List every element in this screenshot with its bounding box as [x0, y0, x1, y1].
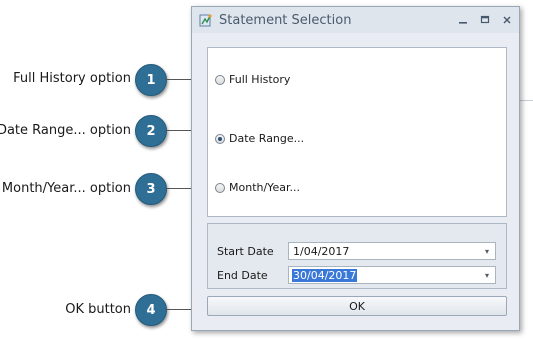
- callout-badge: 2: [135, 115, 167, 147]
- month-year-radio[interactable]: [215, 182, 225, 193]
- callout-badge: 1: [135, 64, 167, 96]
- callout-badge: 3: [135, 173, 167, 205]
- end-date-combo[interactable]: 30/04/2017 ▾: [288, 266, 496, 284]
- window-title: Statement Selection: [219, 13, 352, 28]
- callout-label: Date Range... option: [0, 123, 131, 138]
- chevron-down-icon[interactable]: ▾: [482, 270, 492, 280]
- full-history-label: Full History: [229, 73, 291, 86]
- end-date-value: 30/04/2017: [292, 269, 358, 282]
- statement-options-group: Full History Date Range... Month/Year...: [207, 47, 507, 217]
- statement-app-icon: [199, 13, 213, 27]
- full-history-option[interactable]: Full History: [215, 73, 290, 86]
- callout-label: OK button: [65, 302, 131, 317]
- maximize-icon[interactable]: [476, 11, 494, 29]
- date-range-label: Date Range...: [229, 132, 305, 145]
- close-icon[interactable]: [498, 11, 516, 29]
- ok-button[interactable]: OK: [207, 296, 507, 316]
- month-year-label: Month/Year...: [229, 181, 300, 194]
- background-divider: [520, 100, 533, 101]
- end-date-label: End Date: [217, 269, 268, 282]
- date-range-radio[interactable]: [215, 133, 225, 144]
- statement-selection-dialog: Statement Selection Full History Date Ra…: [191, 6, 520, 331]
- callout-label: Month/Year... option: [1, 181, 131, 196]
- date-range-group: Start Date 1/04/2017 ▾ End Date 30/04/20…: [207, 223, 507, 289]
- callout-label: Full History option: [13, 71, 131, 86]
- start-date-label: Start Date: [217, 245, 274, 258]
- title-bar[interactable]: Statement Selection: [192, 7, 519, 33]
- full-history-radio[interactable]: [215, 74, 225, 85]
- chevron-down-icon[interactable]: ▾: [482, 246, 492, 256]
- start-date-value: 1/04/2017: [293, 245, 350, 258]
- callout-badge: 4: [135, 294, 167, 326]
- date-range-option[interactable]: Date Range...: [215, 132, 304, 145]
- minimize-icon[interactable]: [454, 11, 472, 29]
- month-year-option[interactable]: Month/Year...: [215, 181, 300, 194]
- start-date-combo[interactable]: 1/04/2017 ▾: [288, 242, 496, 260]
